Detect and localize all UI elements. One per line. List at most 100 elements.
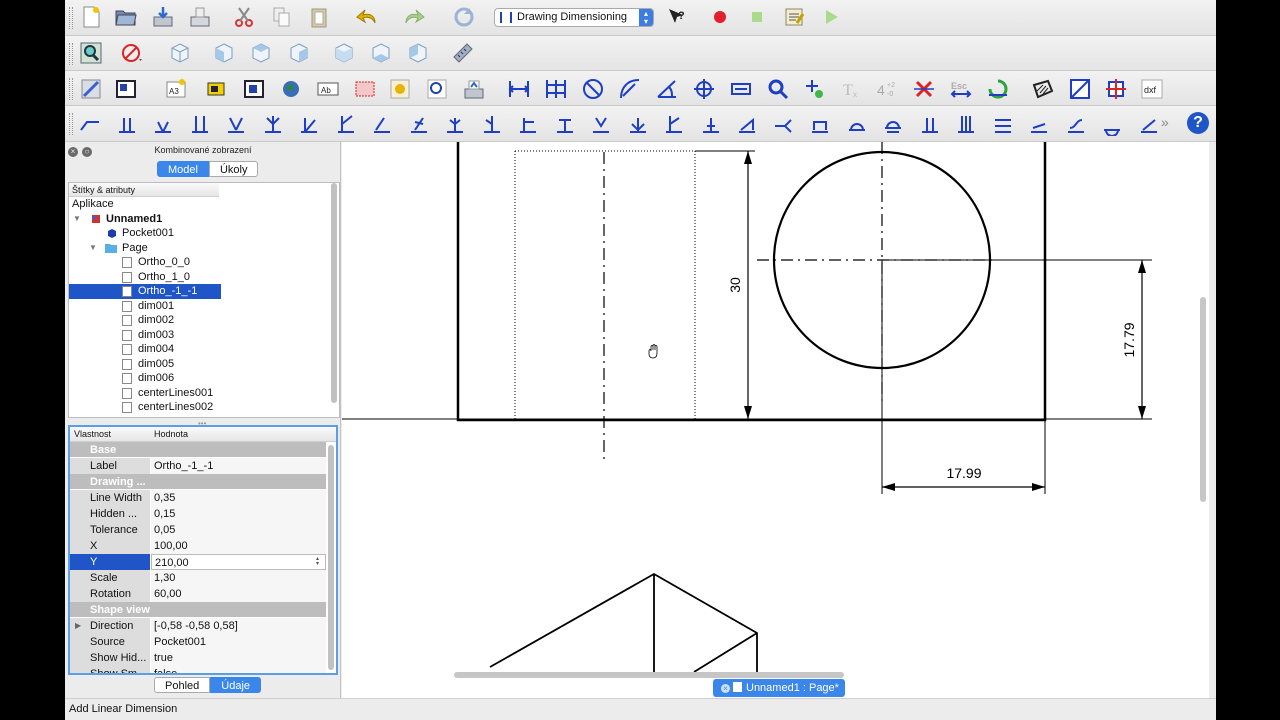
visibility-checkbox[interactable] [122,358,132,370]
dimension-text-1779[interactable]: 17.79 [1121,322,1137,357]
open-folder-icon[interactable] [112,3,140,31]
close-panel-icon[interactable]: × [68,147,78,157]
cut-icon[interactable] [230,3,258,31]
prop-rotation[interactable]: Rotation 60,00 [70,586,336,602]
prop-value[interactable]: Pocket001 [151,634,326,650]
drawing-page-icon[interactable] [77,75,105,103]
tree-item-child[interactable]: Ortho_0_0 [69,255,339,270]
float-panel-icon[interactable]: ○ [82,147,92,157]
view-top-icon[interactable] [247,39,275,67]
prop-value[interactable]: 1,30 [151,570,326,586]
visibility-checkbox[interactable] [122,286,132,297]
add-point-icon[interactable] [801,75,829,103]
new-document-icon[interactable] [77,3,105,31]
toolbar-grip[interactable] [69,43,73,65]
tree-item-child[interactable]: Ortho_1_0 [69,270,339,285]
dimension-text-30[interactable]: 30 [727,277,743,293]
tree-item-pocket001[interactable]: Pocket001 [69,226,339,241]
prop-value[interactable]: 0,35 [151,490,326,506]
fold-weld-icon[interactable] [989,110,1017,138]
alignment-icon[interactable] [1102,75,1130,103]
property-column-header[interactable]: Vlastnost [70,427,150,441]
draft-view-icon[interactable] [423,75,451,103]
escape-icon[interactable]: Esc [947,75,975,103]
tree-item-child[interactable]: centerLines003 [69,415,339,417]
macro-editor-icon[interactable] [780,3,808,31]
prop-show-hidden[interactable]: Show Hid... true [70,650,336,666]
double-v-weld-icon[interactable] [259,110,287,138]
whats-this-icon[interactable]: ? [663,3,691,31]
annotation-icon[interactable]: Ab [314,75,342,103]
prop-hidden[interactable]: Hidden ... 0,15 [70,506,336,522]
save-icon[interactable] [149,3,177,31]
leader-line-icon[interactable] [76,110,104,138]
visibility-checkbox[interactable] [122,387,132,399]
tree-scrollbar[interactable] [331,183,337,403]
tree-item-child[interactable]: centerLines001 [69,386,339,401]
view-bottom-icon[interactable] [367,39,395,67]
export-page-icon[interactable] [460,75,488,103]
dimension-text-1799[interactable]: 17.99 [946,465,981,481]
flare-v-weld-icon[interactable] [441,110,469,138]
tree-item-child[interactable]: dim005 [69,357,339,372]
property-scrollbar[interactable] [328,445,334,670]
stack-dimension-icon[interactable] [542,75,570,103]
visibility-checkbox[interactable] [122,373,132,384]
inclined-weld-icon[interactable] [952,110,980,138]
tab-data[interactable]: Údaje [210,677,262,693]
unfold-icon[interactable] [984,75,1012,103]
tolerance-icon[interactable]: 4 +2 -0 [873,75,901,103]
prop-value[interactable]: 210,00 [155,557,189,569]
visibility-checkbox[interactable] [122,416,132,417]
paste-icon[interactable] [305,3,333,31]
visibility-checkbox[interactable] [122,271,132,283]
prop-line-width[interactable]: Line Width 0,35 [70,490,336,506]
open-browser-view-icon[interactable] [277,75,305,103]
visibility-checkbox[interactable] [122,300,132,312]
redo-icon[interactable] [400,3,428,31]
fit-all-icon[interactable] [77,39,105,67]
insert-view-icon[interactable] [203,75,231,103]
grab-dimension-icon[interactable] [1066,75,1094,103]
collapse-arrow-icon[interactable]: ▼ [89,241,97,256]
workbench-selector[interactable]: Drawing Dimensioning ▴ ▾ [494,8,654,27]
prop-value[interactable]: Ortho_-1_-1 [151,458,326,474]
plug-weld-icon[interactable] [514,110,542,138]
tree-item-child[interactable]: dim001 [69,299,339,314]
group-shape-view[interactable]: Shape view [70,602,326,618]
tree-item-child[interactable]: dim003 [69,328,339,343]
angular-dimension-icon[interactable] [653,75,681,103]
tree-item-child[interactable]: dim002 [69,313,339,328]
symbol-icon[interactable] [386,75,414,103]
u-weld-icon[interactable] [368,110,396,138]
tree-item-page[interactable]: ▼ Page [69,241,339,256]
clip-icon[interactable] [351,75,379,103]
help-icon[interactable]: ? [1187,112,1209,134]
prop-value[interactable]: 0,05 [151,522,326,538]
prop-tolerance[interactable]: Tolerance 0,05 [70,522,336,538]
close-tab-icon[interactable]: × [721,684,730,693]
visibility-checkbox[interactable] [122,402,132,413]
draw-style-icon[interactable] [118,39,146,67]
record-macro-icon[interactable] [706,3,734,31]
tree-item-child[interactable]: dim004 [69,342,339,357]
run-macro-icon[interactable] [817,3,845,31]
view-rear-icon[interactable] [330,39,358,67]
toolbar-grip[interactable] [69,78,73,100]
prop-value[interactable]: 0,15 [151,506,326,522]
tree-item-unnamed1[interactable]: ▼ Unnamed1 [69,212,339,227]
delete-dimension-icon[interactable] [910,75,938,103]
prop-y[interactable]: Y 210,00 ▴ ▾ [70,554,336,570]
j-weld-icon[interactable] [405,110,433,138]
steep-flank-weld-icon[interactable] [843,110,871,138]
view-isometric-icon[interactable] [166,39,194,67]
new-a3-page-icon[interactable]: A3 [162,75,190,103]
toolbar-grip[interactable] [69,113,73,135]
convex-finish-icon[interactable] [1098,110,1126,138]
prop-show-smooth[interactable]: Show Sm... false [70,666,336,673]
expand-arrow-icon[interactable]: ▶ [75,618,81,634]
view-front-icon[interactable] [210,39,238,67]
prop-scale[interactable]: Scale 1,30 [70,570,336,586]
visibility-checkbox[interactable] [122,315,132,326]
radius-dimension-icon[interactable] [616,75,644,103]
